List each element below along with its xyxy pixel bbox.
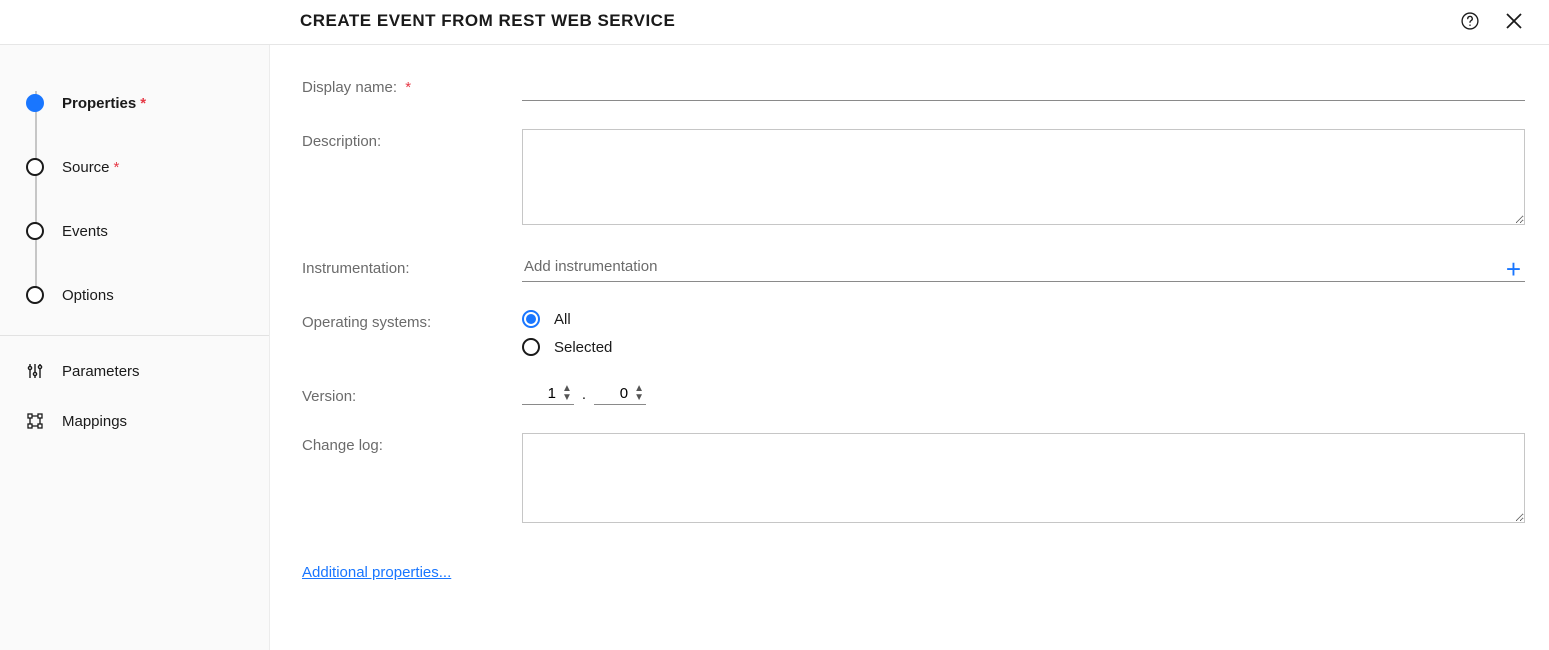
row-instrumentation: Instrumentation: Add instrumentation +	[302, 256, 1525, 282]
version-group: ▲ ▼ . ▲ ▼	[522, 384, 1525, 405]
description-label: Description:	[302, 129, 522, 150]
os-label: Operating systems:	[302, 310, 522, 331]
instrumentation-field: Add instrumentation +	[522, 256, 1525, 282]
row-version: Version: ▲ ▼ . ▲ ▼	[302, 384, 1525, 405]
form-panel: Display name: * Description: Instrumenta…	[270, 45, 1549, 650]
close-icon[interactable]	[1503, 10, 1525, 32]
dialog-title: CREATE EVENT FROM REST WEB SERVICE	[300, 11, 675, 31]
version-separator: .	[582, 386, 586, 403]
step-label: Options	[62, 287, 114, 304]
plus-icon[interactable]: +	[1502, 259, 1525, 279]
required-marker: *	[140, 95, 146, 112]
step-indicator-icon	[26, 222, 44, 240]
changelog-label: Change log:	[302, 433, 522, 454]
changelog-field	[522, 433, 1525, 526]
step-events[interactable]: Events	[26, 199, 269, 263]
sidebar-link-label: Parameters	[62, 363, 140, 380]
row-operating-systems: Operating systems: All Selected	[302, 310, 1525, 356]
os-field: All Selected	[522, 310, 1525, 356]
changelog-textarea[interactable]	[522, 433, 1525, 523]
step-properties[interactable]: Properties*	[26, 71, 269, 135]
version-label: Version:	[302, 384, 522, 405]
radio-label: All	[554, 311, 571, 328]
step-options[interactable]: Options	[26, 263, 269, 327]
wizard-sidebar: Properties* Source* Events Options	[0, 45, 270, 650]
description-field	[522, 129, 1525, 228]
chevron-down-icon[interactable]: ▼	[562, 393, 572, 402]
required-marker: *	[405, 79, 411, 96]
sliders-icon	[26, 362, 44, 380]
sidebar-link-label: Mappings	[62, 413, 127, 430]
stepper-buttons: ▲ ▼	[634, 384, 644, 402]
dialog-body: Properties* Source* Events Options	[0, 45, 1549, 650]
row-description: Description:	[302, 129, 1525, 228]
sidebar-link-mappings[interactable]: Mappings	[0, 396, 269, 446]
chevron-down-icon[interactable]: ▼	[634, 393, 644, 402]
version-major-stepper[interactable]: ▲ ▼	[522, 384, 574, 405]
step-label: Source*	[62, 159, 119, 176]
dialog-header: CREATE EVENT FROM REST WEB SERVICE	[0, 0, 1549, 45]
step-indicator-icon	[26, 94, 44, 112]
os-radio-all[interactable]: All	[522, 310, 1525, 328]
step-label: Events	[62, 223, 108, 240]
os-radio-group: All Selected	[522, 310, 1525, 356]
os-radio-selected[interactable]: Selected	[522, 338, 1525, 356]
sidebar-link-parameters[interactable]: Parameters	[0, 346, 269, 396]
instrumentation-label: Instrumentation:	[302, 256, 522, 277]
step-label-text: Properties	[62, 95, 136, 112]
help-icon[interactable]	[1459, 10, 1481, 32]
step-label-text: Source	[62, 159, 110, 176]
radio-label: Selected	[554, 339, 612, 356]
description-textarea[interactable]	[522, 129, 1525, 225]
step-indicator-icon	[26, 158, 44, 176]
step-label: Properties*	[62, 95, 146, 112]
instrumentation-placeholder[interactable]: Add instrumentation	[522, 256, 1502, 281]
step-indicator-icon	[26, 286, 44, 304]
label-text: Display name:	[302, 79, 397, 96]
instrumentation-input-row: Add instrumentation +	[522, 256, 1525, 282]
version-major-input[interactable]	[532, 385, 556, 402]
additional-properties-link[interactable]: Additional properties...	[302, 564, 451, 581]
step-source[interactable]: Source*	[26, 135, 269, 199]
display-name-label: Display name: *	[302, 75, 522, 96]
stepper-buttons: ▲ ▼	[562, 384, 572, 402]
required-marker: *	[114, 159, 120, 176]
version-minor-input[interactable]	[604, 385, 628, 402]
header-actions	[1459, 10, 1525, 32]
mappings-icon	[26, 412, 44, 430]
wizard-steps: Properties* Source* Events Options	[0, 71, 269, 327]
display-name-input[interactable]	[522, 75, 1525, 101]
version-field: ▲ ▼ . ▲ ▼	[522, 384, 1525, 405]
version-minor-stepper[interactable]: ▲ ▼	[594, 384, 646, 405]
row-display-name: Display name: *	[302, 75, 1525, 101]
row-changelog: Change log:	[302, 433, 1525, 526]
radio-icon	[522, 310, 540, 328]
radio-icon	[522, 338, 540, 356]
display-name-field	[522, 75, 1525, 101]
sidebar-divider	[0, 335, 269, 336]
